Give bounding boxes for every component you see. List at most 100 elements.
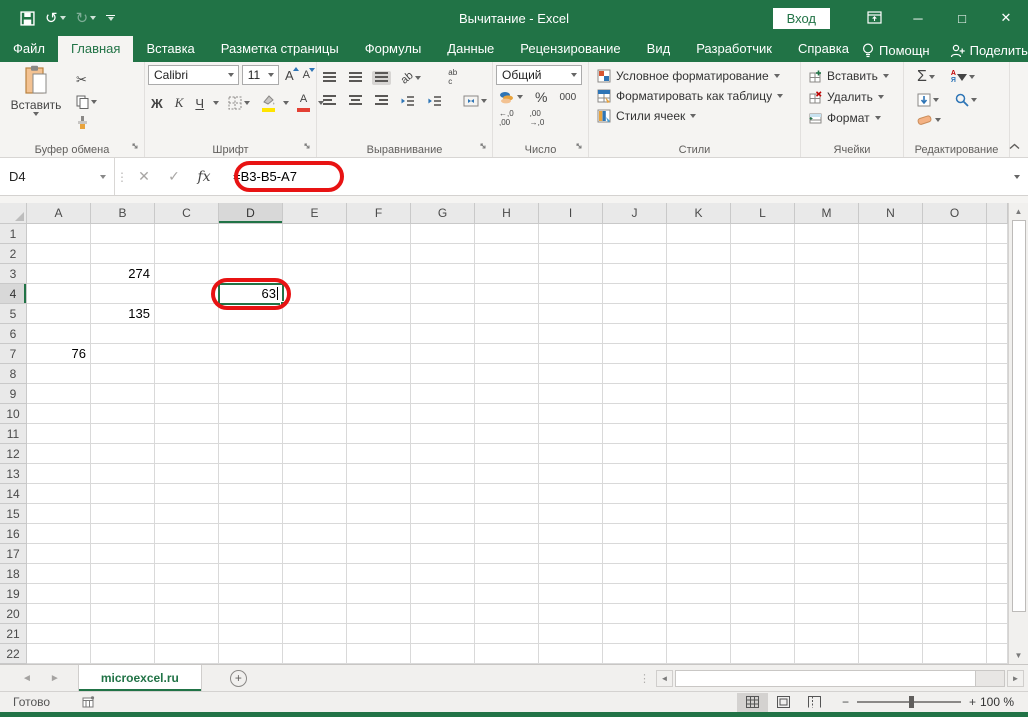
cell-A9[interactable] [27,384,91,404]
cell-E16[interactable] [283,524,347,544]
horizontal-scrollbar[interactable]: ⋮ ◄ ► [635,665,1028,691]
cell-D15[interactable] [219,504,283,524]
cell-J13[interactable] [603,464,667,484]
next-sheet-icon[interactable]: ► [50,673,60,684]
cell-L12[interactable] [731,444,795,464]
cell-L20[interactable] [731,604,795,624]
cell-C17[interactable] [155,544,219,564]
cell-A22[interactable] [27,644,91,664]
cell-B22[interactable] [91,644,155,664]
autosum-button[interactable]: Σ [914,67,938,87]
fill-button[interactable] [914,92,942,108]
cell-M15[interactable] [795,504,859,524]
cell-F12[interactable] [347,444,411,464]
cell-M3[interactable] [795,264,859,284]
font-size-combo[interactable]: 11 [242,65,279,85]
collapse-ribbon-button[interactable] [1009,138,1020,153]
cell-N18[interactable] [859,564,923,584]
row-header-2[interactable]: 2 [0,244,27,264]
cell-L11[interactable] [731,424,795,444]
sort-filter-button[interactable]: АЯ [948,69,978,85]
cell-partial-20[interactable] [987,604,1008,624]
cell-D8[interactable] [219,364,283,384]
cell-F3[interactable] [347,264,411,284]
cell-E22[interactable] [283,644,347,664]
cell-N1[interactable] [859,224,923,244]
accounting-format-button[interactable] [496,90,526,105]
number-dialog-launcher[interactable] [576,140,585,155]
column-header-K[interactable]: K [667,203,731,224]
cell-A7[interactable]: 76 [27,344,91,364]
cell-C11[interactable] [155,424,219,444]
row-header-20[interactable]: 20 [0,604,27,624]
bold-button[interactable]: Ж [148,96,166,111]
cell-N4[interactable] [859,284,923,304]
cell-M20[interactable] [795,604,859,624]
find-select-button[interactable] [952,92,980,108]
cell-F5[interactable] [347,304,411,324]
column-header-N[interactable]: N [859,203,923,224]
cell-M21[interactable] [795,624,859,644]
cell-O8[interactable] [923,364,987,384]
cell-O4[interactable] [923,284,987,304]
cell-H15[interactable] [475,504,539,524]
cell-J18[interactable] [603,564,667,584]
cell-C9[interactable] [155,384,219,404]
cell-N16[interactable] [859,524,923,544]
cell-G3[interactable] [411,264,475,284]
cell-O7[interactable] [923,344,987,364]
cell-K14[interactable] [667,484,731,504]
cell-F6[interactable] [347,324,411,344]
cell-N9[interactable] [859,384,923,404]
cell-I4[interactable] [539,284,603,304]
cell-E20[interactable] [283,604,347,624]
cell-G10[interactable] [411,404,475,424]
customize-qat-button[interactable] [106,15,115,21]
increase-indent-button[interactable] [425,94,445,108]
font-name-combo[interactable]: Calibri [148,65,239,85]
cell-B17[interactable] [91,544,155,564]
page-break-view-button[interactable] [799,693,830,712]
cell-O22[interactable] [923,644,987,664]
cell-B8[interactable] [91,364,155,384]
zoom-out-button[interactable]: − [842,695,849,709]
cell-E10[interactable] [283,404,347,424]
increase-decimal-button[interactable]: ←,0,00 [496,109,517,129]
cell-K7[interactable] [667,344,731,364]
cell-I16[interactable] [539,524,603,544]
macro-record-button[interactable] [82,696,95,708]
cell-I5[interactable] [539,304,603,324]
cell-B10[interactable] [91,404,155,424]
cell-E11[interactable] [283,424,347,444]
tab-главная[interactable]: Главная [58,36,133,62]
cell-H18[interactable] [475,564,539,584]
cell-I11[interactable] [539,424,603,444]
cell-partial-14[interactable] [987,484,1008,504]
cell-B18[interactable] [91,564,155,584]
formula-input[interactable]: =B3-B5-A7 [219,158,297,195]
cell-A15[interactable] [27,504,91,524]
cell-M9[interactable] [795,384,859,404]
cell-partial-6[interactable] [987,324,1008,344]
cell-G15[interactable] [411,504,475,524]
cell-N20[interactable] [859,604,923,624]
zoom-level[interactable]: 100 % [980,695,1014,709]
row-header-14[interactable]: 14 [0,484,27,504]
cut-button[interactable]: ✂ [73,71,100,89]
align-left-button[interactable] [320,94,339,108]
cell-D19[interactable] [219,584,283,604]
cell-G21[interactable] [411,624,475,644]
italic-button[interactable]: К [172,95,187,111]
cell-partial-8[interactable] [987,364,1008,384]
cell-L8[interactable] [731,364,795,384]
decrease-indent-button[interactable] [398,94,418,108]
cell-A6[interactable] [27,324,91,344]
cell-B12[interactable] [91,444,155,464]
column-header-M[interactable]: M [795,203,859,224]
cell-O15[interactable] [923,504,987,524]
cell-B15[interactable] [91,504,155,524]
merge-center-button[interactable] [460,94,490,108]
cell-J7[interactable] [603,344,667,364]
cell-F1[interactable] [347,224,411,244]
cell-D6[interactable] [219,324,283,344]
